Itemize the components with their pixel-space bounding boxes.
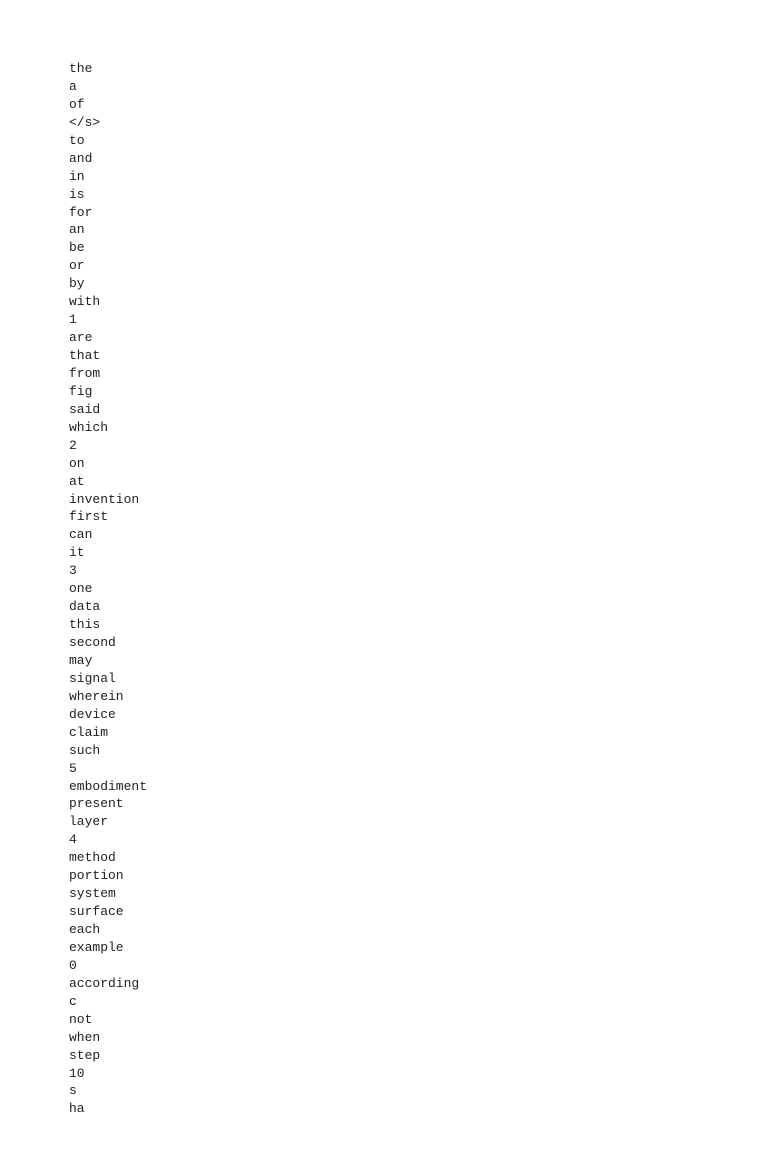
list-item: that: [69, 347, 768, 365]
list-item: of: [69, 96, 768, 114]
list-item: invention: [69, 491, 768, 509]
list-item: this: [69, 616, 768, 634]
list-item: by: [69, 275, 768, 293]
list-item: when: [69, 1029, 768, 1047]
list-item: one: [69, 580, 768, 598]
list-item: is: [69, 186, 768, 204]
list-item: 5: [69, 760, 768, 778]
list-item: an: [69, 221, 768, 239]
list-item: wherein: [69, 688, 768, 706]
list-item: 3: [69, 562, 768, 580]
list-item: said: [69, 401, 768, 419]
list-item: such: [69, 742, 768, 760]
list-item: from: [69, 365, 768, 383]
list-item: can: [69, 526, 768, 544]
list-item: ha: [69, 1100, 768, 1118]
list-item: 1: [69, 311, 768, 329]
list-item: according: [69, 975, 768, 993]
list-item: it: [69, 544, 768, 562]
list-item: portion: [69, 867, 768, 885]
list-item: which: [69, 419, 768, 437]
list-item: second: [69, 634, 768, 652]
list-item: method: [69, 849, 768, 867]
list-item: are: [69, 329, 768, 347]
list-item: device: [69, 706, 768, 724]
list-item: 2: [69, 437, 768, 455]
list-item: with: [69, 293, 768, 311]
list-item: c: [69, 993, 768, 1011]
list-item: fig: [69, 383, 768, 401]
list-item: on: [69, 455, 768, 473]
list-item: or: [69, 257, 768, 275]
word-list: theaof</s>toandinisforanbeorbywith1areth…: [69, 60, 768, 1118]
list-item: present: [69, 795, 768, 813]
list-item: and: [69, 150, 768, 168]
list-item: embodiment: [69, 778, 768, 796]
list-item: in: [69, 168, 768, 186]
list-item: not: [69, 1011, 768, 1029]
list-item: system: [69, 885, 768, 903]
list-item: signal: [69, 670, 768, 688]
list-item: s: [69, 1082, 768, 1100]
list-item: may: [69, 652, 768, 670]
list-item: each: [69, 921, 768, 939]
list-item: first: [69, 508, 768, 526]
list-item: </s>: [69, 114, 768, 132]
list-item: to: [69, 132, 768, 150]
list-item: data: [69, 598, 768, 616]
list-item: a: [69, 78, 768, 96]
list-item: example: [69, 939, 768, 957]
list-item: claim: [69, 724, 768, 742]
list-item: 10: [69, 1065, 768, 1083]
list-item: for: [69, 204, 768, 222]
list-item: step: [69, 1047, 768, 1065]
list-item: 0: [69, 957, 768, 975]
list-item: the: [69, 60, 768, 78]
list-item: layer: [69, 813, 768, 831]
list-item: 4: [69, 831, 768, 849]
list-item: at: [69, 473, 768, 491]
list-item: be: [69, 239, 768, 257]
list-item: surface: [69, 903, 768, 921]
